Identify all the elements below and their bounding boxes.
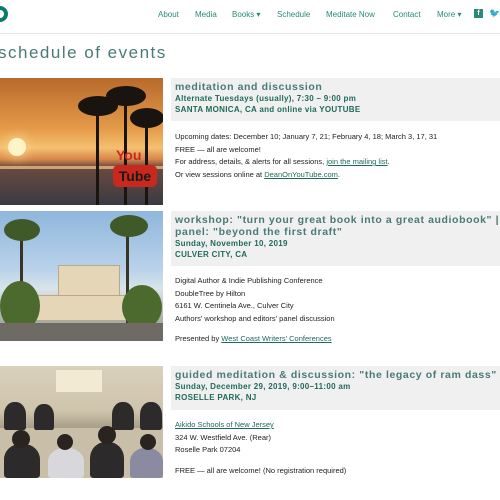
driveway bbox=[0, 323, 163, 341]
event-body: Digital Author & Indie Publishing Confer… bbox=[175, 275, 335, 346]
event-date: Sunday, December 29, 2019, 9:00–11:00 am bbox=[175, 382, 351, 391]
youtube-logo-you: You bbox=[116, 147, 142, 163]
facebook-icon[interactable]: f bbox=[474, 9, 483, 18]
event-header: workshop: "turn your great book into a g… bbox=[171, 211, 500, 266]
mailing-list-link[interactable]: join the mailing list bbox=[326, 157, 387, 166]
event-detail: Or view sessions online at DeanOnYouTube… bbox=[175, 169, 437, 182]
seated-person bbox=[112, 402, 134, 430]
event-body: Upcoming dates: December 10; January 7, … bbox=[175, 131, 437, 181]
seated-person bbox=[140, 402, 162, 430]
top-nav: About Media Books ▾ Schedule Meditate No… bbox=[0, 0, 500, 30]
event-place: SANTA MONICA, CA and online via YOUTUBE bbox=[175, 105, 361, 114]
event-detail: Aikido Schools of New Jersey bbox=[175, 419, 346, 432]
event-title: panel: "beyond the first draft" bbox=[175, 226, 343, 238]
event-place: CULVER CITY, CA bbox=[175, 250, 248, 259]
palm-crown bbox=[106, 86, 146, 106]
event-body: Aikido Schools of New Jersey 324 W. West… bbox=[175, 419, 346, 477]
event-detail: Roselle Park 07204 bbox=[175, 445, 241, 454]
event-detail: DoubleTree by Hilton bbox=[175, 288, 246, 298]
event-detail: 6161 W. Centinela Ave., Culver City bbox=[175, 301, 294, 310]
nav-contact[interactable]: Contact bbox=[393, 10, 421, 19]
event-place: ROSELLE PARK, NJ bbox=[175, 393, 257, 402]
nav-about[interactable]: About bbox=[158, 10, 179, 19]
event-detail: Upcoming dates: December 10; January 7, … bbox=[175, 132, 438, 141]
event-detail: For address, details, & alerts for all s… bbox=[175, 156, 437, 169]
event-date: Alternate Tuesdays (usually), 7:30 – 9:0… bbox=[175, 94, 357, 103]
youtube-logo-tube: Tube bbox=[113, 165, 157, 187]
seated-person bbox=[4, 402, 26, 430]
nav-divider bbox=[0, 33, 500, 34]
event-detail-text: . bbox=[387, 157, 390, 166]
seated-person bbox=[130, 448, 163, 478]
event-detail: FREE — all are welcome! (No registration… bbox=[175, 465, 347, 475]
site-logo[interactable] bbox=[0, 6, 8, 22]
seated-person bbox=[34, 404, 54, 430]
seated-person bbox=[90, 442, 124, 478]
nav-schedule[interactable]: Schedule bbox=[277, 10, 310, 19]
person-head bbox=[140, 434, 156, 450]
youtube-site-link[interactable]: DeanOnYouTube.com bbox=[264, 170, 338, 179]
event-detail: FREE — all are welcome! bbox=[175, 144, 261, 154]
sun-shape bbox=[8, 138, 26, 156]
event-image-hotel bbox=[0, 211, 163, 341]
event-detail: 324 W. Westfield Ave. (Rear) bbox=[175, 432, 272, 442]
event-date: Sunday, November 10, 2019 bbox=[175, 239, 288, 248]
event-detail-text: . bbox=[337, 169, 340, 179]
event-title: meditation and discussion bbox=[175, 81, 323, 93]
nav-meditate-now[interactable]: Meditate Now bbox=[326, 10, 375, 19]
window bbox=[56, 370, 102, 392]
event-detail: Presented by West Coast Writers' Confere… bbox=[175, 333, 335, 346]
palm-crown bbox=[110, 215, 148, 237]
event-detail: Authors' workshop and editors' panel dis… bbox=[175, 313, 335, 323]
event-detail: Digital Author & Indie Publishing Confer… bbox=[175, 276, 323, 285]
page-title: schedule of events bbox=[0, 43, 167, 62]
event-detail-text: Or view sessions online at bbox=[175, 169, 265, 179]
palm-crown bbox=[4, 219, 40, 241]
event-title: workshop: "turn your great book into a g… bbox=[175, 214, 500, 226]
event-image-meditation-room bbox=[0, 366, 163, 478]
seated-person bbox=[4, 444, 40, 478]
hotel-lobby bbox=[30, 295, 130, 321]
youtube-logo: You Tube bbox=[113, 147, 157, 193]
event-detail-text: For address, details, & alerts for all s… bbox=[175, 157, 327, 166]
event-header: meditation and discussion Alternate Tues… bbox=[171, 78, 500, 121]
person-head bbox=[57, 434, 73, 450]
event-detail-text: Presented by bbox=[175, 334, 222, 343]
person-head bbox=[98, 426, 116, 444]
aikido-schools-link[interactable]: Aikido Schools of New Jersey bbox=[175, 420, 274, 429]
nav-more[interactable]: More ▾ bbox=[437, 10, 461, 19]
twitter-icon[interactable]: 🐦 bbox=[489, 8, 500, 19]
nav-media[interactable]: Media bbox=[195, 10, 217, 19]
palm-trunk bbox=[96, 108, 99, 205]
nav-books[interactable]: Books ▾ bbox=[232, 10, 260, 19]
event-title: guided meditation & discussion: "the leg… bbox=[175, 369, 497, 381]
event-header: guided meditation & discussion: "the leg… bbox=[171, 366, 500, 410]
west-coast-writers-link[interactable]: West Coast Writers' Conferences bbox=[221, 334, 331, 343]
person-head bbox=[12, 430, 30, 448]
palm-crown bbox=[130, 108, 163, 128]
seated-person bbox=[48, 448, 84, 478]
